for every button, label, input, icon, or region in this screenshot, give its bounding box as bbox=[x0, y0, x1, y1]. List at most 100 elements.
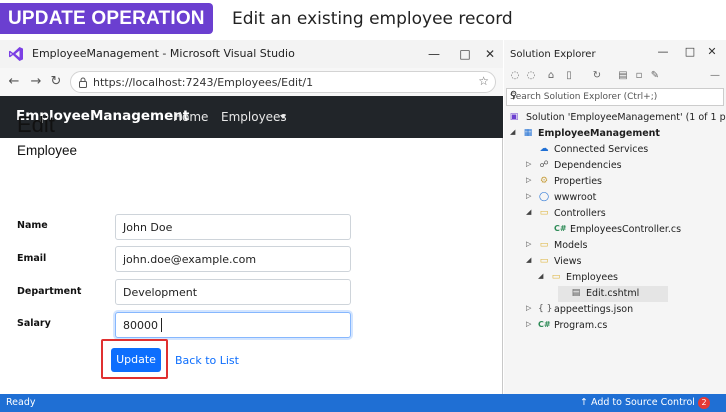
tree-item-dependencies[interactable]: ▷ ☍ Dependencies bbox=[526, 158, 726, 174]
tree-item-properties[interactable]: ▷ ⚙ Properties bbox=[526, 174, 726, 190]
maximize-button[interactable]: □ bbox=[454, 44, 476, 64]
tree-item-employees-folder[interactable]: ◢ ▭ Employees bbox=[538, 270, 726, 286]
department-value: Development bbox=[123, 286, 198, 299]
tree-item-views[interactable]: ◢ ▭ Views bbox=[526, 254, 726, 270]
globe-icon: ◯ bbox=[538, 192, 550, 202]
tree-item-label: wwwroot bbox=[554, 192, 597, 203]
operation-tag: UPDATE OPERATION bbox=[0, 3, 213, 34]
properties-icon: ⚙ bbox=[539, 176, 549, 186]
tree-item-label: EmployeesController.cs bbox=[570, 224, 682, 235]
url-text: https://localhost:7243/Employees/Edit/1 bbox=[93, 76, 314, 89]
tree-item-label: Edit.cshtml bbox=[586, 288, 640, 299]
collapsed-arrow-icon[interactable]: ▷ bbox=[526, 304, 536, 312]
razor-file-icon: ▤ bbox=[571, 288, 581, 298]
banner-subtitle: Edit an existing employee record bbox=[232, 9, 513, 29]
folder-icon: ▭ bbox=[539, 208, 549, 218]
expanded-arrow-icon[interactable]: ◢ bbox=[538, 272, 548, 280]
department-field[interactable]: Development bbox=[115, 279, 351, 305]
json-file-icon: { } bbox=[538, 304, 553, 314]
tree-item-program[interactable]: ▷ C# Program.cs bbox=[526, 318, 726, 334]
tree-item-label: Employees bbox=[566, 272, 618, 283]
page-subtitle: Employee bbox=[17, 143, 78, 158]
tree-item-wwwroot[interactable]: ▷ ◯ wwwroot bbox=[526, 190, 726, 206]
minimize-button[interactable]: — bbox=[423, 44, 445, 64]
folder-icon: ▭ bbox=[539, 256, 549, 266]
chevron-down-icon bbox=[280, 115, 286, 119]
search-icon: ⚲ bbox=[510, 90, 518, 101]
solution-explorer-title: Solution Explorer bbox=[510, 49, 596, 60]
email-value: john.doe@example.com bbox=[123, 253, 257, 266]
collapsed-arrow-icon[interactable]: ▷ bbox=[526, 176, 536, 184]
status-bar: Ready ↑ Add to Source Control 2 bbox=[0, 394, 726, 412]
folder-icon: ▭ bbox=[539, 240, 549, 250]
tree-item-label: Dependencies bbox=[554, 160, 622, 171]
tree-item-controllers[interactable]: ◢ ▭ Controllers bbox=[526, 206, 726, 222]
tree-item-appsettings[interactable]: ▷ { } appeettings.json bbox=[526, 302, 726, 318]
tree-item-employees-controller[interactable]: C# EmployeesController.cs bbox=[542, 222, 726, 238]
lock-icon bbox=[79, 77, 87, 88]
back-to-list-link[interactable]: Back to List bbox=[175, 354, 239, 367]
solution-search-input[interactable]: Search Solution Explorer (Ctrl+;) ⚲ bbox=[506, 88, 724, 106]
salary-value: 80000 bbox=[123, 319, 158, 332]
tree-item-label: appeettings.json bbox=[554, 304, 634, 315]
expanded-arrow-icon[interactable]: ◢ bbox=[526, 208, 536, 216]
address-bar-row: ← → ↻ https://localhost:7243/Employees/E… bbox=[0, 68, 503, 96]
nav-home-link[interactable]: Home bbox=[173, 110, 208, 124]
switch-views-icon[interactable]: ▯ bbox=[562, 70, 576, 81]
close-button[interactable]: ✕ bbox=[703, 45, 721, 58]
solution-explorer-panel: Solution Explorer — □ ✕ ◌ ◌ ⌂ ▯ ↻ ▤ ▫ ✎ … bbox=[504, 40, 726, 394]
back-arrow-icon[interactable]: ← bbox=[6, 74, 22, 89]
collapsed-arrow-icon[interactable]: ▷ bbox=[526, 320, 536, 328]
minimize-button[interactable]: — bbox=[654, 45, 672, 58]
tree-item-project[interactable]: ◢ ▦ EmployeeManagement bbox=[510, 126, 726, 142]
tree-item-models[interactable]: ▷ ▭ Models bbox=[526, 238, 726, 254]
collapse-all-icon[interactable]: ▤ bbox=[616, 70, 630, 81]
email-field[interactable]: john.doe@example.com bbox=[115, 246, 351, 272]
tree-item-label: Properties bbox=[554, 176, 603, 187]
forward-arrow-icon[interactable]: → bbox=[28, 74, 44, 89]
expanded-arrow-icon[interactable]: ◢ bbox=[526, 256, 536, 264]
collapsed-arrow-icon[interactable]: ▷ bbox=[526, 240, 536, 248]
collapsed-arrow-icon[interactable]: ▷ bbox=[526, 160, 536, 168]
name-label: Name bbox=[17, 220, 48, 231]
connected-services-icon: ☁ bbox=[539, 144, 549, 154]
update-button[interactable]: Update bbox=[111, 348, 161, 372]
home-icon[interactable]: ⌂ bbox=[544, 70, 558, 81]
site-navbar: EmployeeManagement Home Employees bbox=[0, 96, 503, 138]
text-cursor bbox=[161, 318, 162, 332]
tree-item-connected-services[interactable]: ☁ Connected Services bbox=[526, 142, 726, 158]
nav-employees-dropdown[interactable]: Employees bbox=[221, 110, 287, 124]
tree-item-solution[interactable]: ▣ Solution 'EmployeeManagement' (1 of 1 … bbox=[508, 110, 726, 126]
tree-item-edit-view[interactable]: ▤ Edit.cshtml bbox=[558, 286, 668, 302]
csharp-file-icon: C# bbox=[554, 224, 567, 233]
back-icon[interactable]: ◌ bbox=[508, 70, 522, 81]
close-button[interactable]: ✕ bbox=[479, 44, 501, 64]
maximize-button[interactable]: □ bbox=[681, 45, 699, 58]
show-all-files-icon[interactable]: ▫ bbox=[632, 70, 646, 81]
collapsed-arrow-icon[interactable]: ▷ bbox=[526, 192, 536, 200]
properties-icon[interactable]: ✎ bbox=[648, 70, 662, 81]
add-to-source-control-button[interactable]: ↑ Add to Source Control bbox=[580, 397, 695, 408]
more-icon[interactable]: — bbox=[708, 70, 722, 81]
sync-icon[interactable]: ↻ bbox=[590, 70, 604, 81]
forward-icon[interactable]: ◌ bbox=[524, 70, 538, 81]
expanded-arrow-icon[interactable]: ◢ bbox=[510, 128, 520, 136]
source-control-label: Add to Source Control bbox=[590, 397, 695, 408]
url-input[interactable]: https://localhost:7243/Employees/Edit/1 … bbox=[70, 71, 496, 93]
department-label: Department bbox=[17, 286, 82, 297]
window-title: EmployeeManagement - Microsoft Visual St… bbox=[32, 47, 295, 60]
notification-badge[interactable]: 2 bbox=[698, 397, 710, 409]
tree-item-label: Connected Services bbox=[554, 144, 649, 155]
window-titlebar: EmployeeManagement - Microsoft Visual St… bbox=[0, 40, 503, 68]
tree-item-label: Program.cs bbox=[554, 320, 608, 331]
tree-item-label: EmployeeManagement bbox=[538, 128, 660, 139]
tree-item-label: Controllers bbox=[554, 208, 606, 219]
tree-item-label: Views bbox=[554, 256, 582, 267]
salary-label: Salary bbox=[17, 318, 51, 329]
project-icon: ▦ bbox=[523, 128, 533, 138]
refresh-icon[interactable]: ↻ bbox=[48, 74, 64, 89]
favorite-star-icon[interactable]: ☆ bbox=[478, 74, 489, 88]
salary-field[interactable]: 80000 bbox=[115, 312, 351, 338]
name-field[interactable]: John Doe bbox=[115, 214, 351, 240]
dependencies-icon: ☍ bbox=[539, 160, 549, 170]
